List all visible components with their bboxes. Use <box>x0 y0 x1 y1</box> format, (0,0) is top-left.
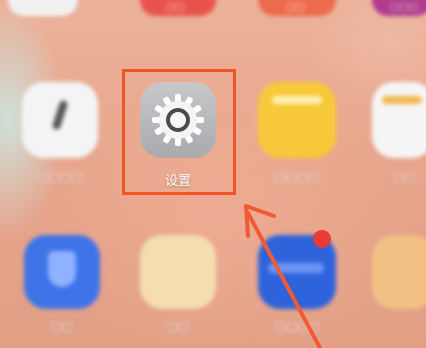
pointer-arrow <box>244 204 322 348</box>
